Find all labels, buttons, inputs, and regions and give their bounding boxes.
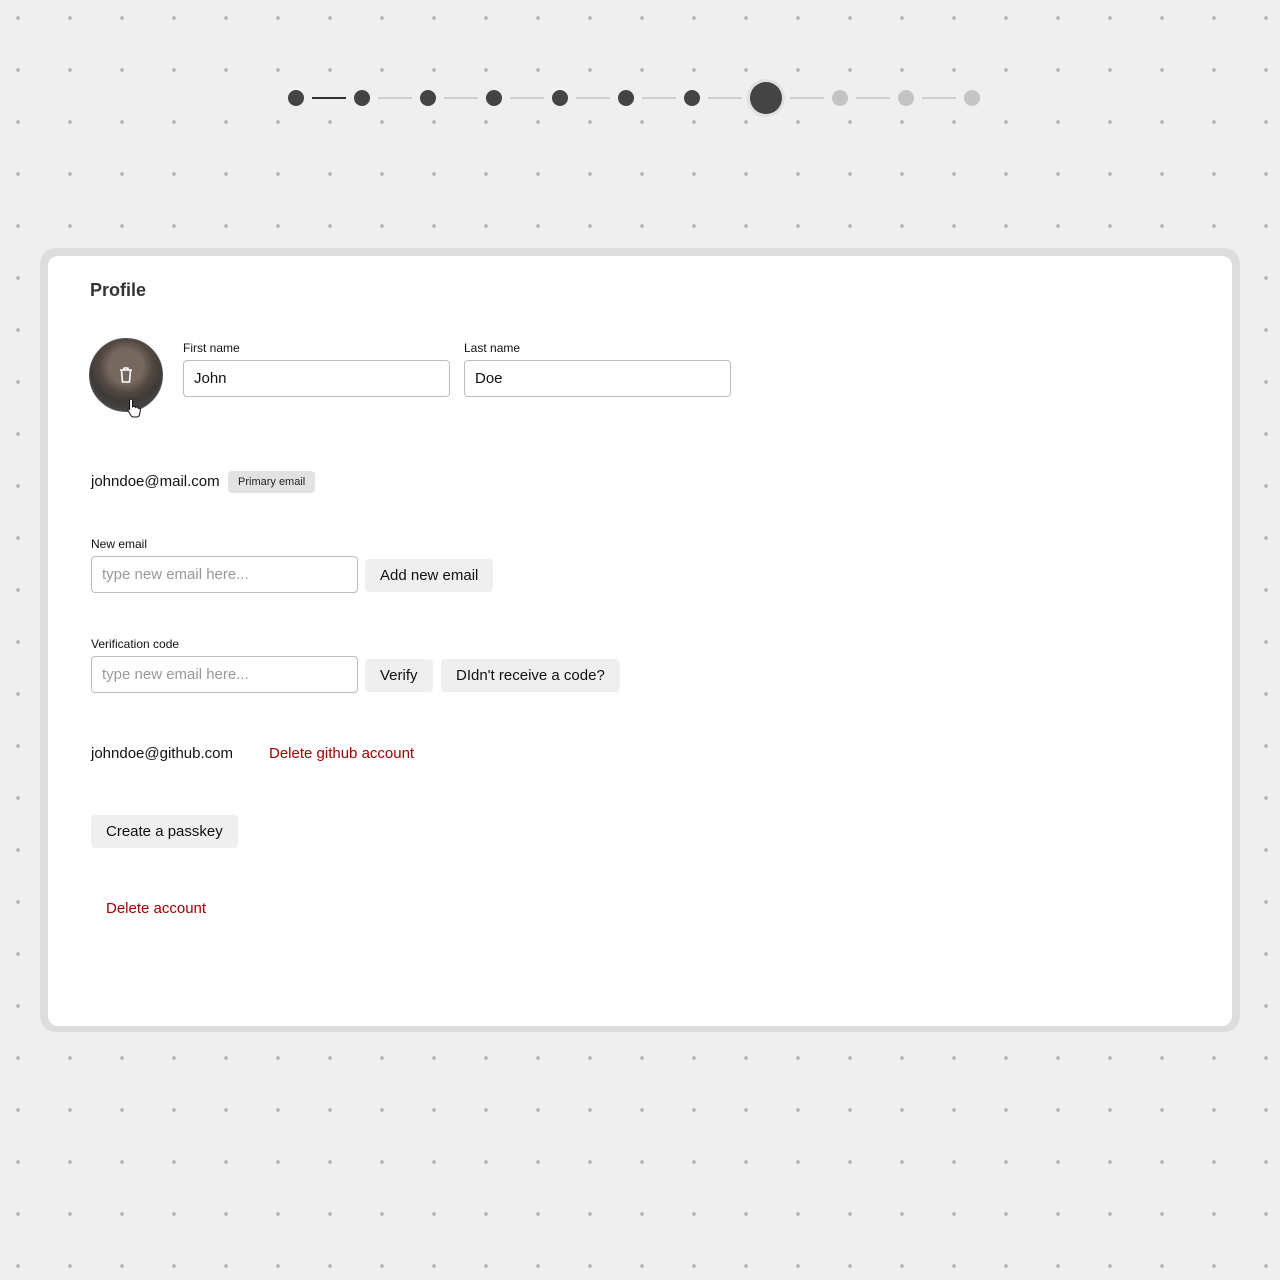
first-name-field[interactable]: [183, 360, 450, 397]
github-email-text: johndoe@github.com: [91, 745, 233, 762]
primary-email-text: johndoe@mail.com: [91, 473, 220, 490]
step-dot[interactable]: [898, 90, 914, 106]
hand-cursor-icon: [127, 398, 141, 418]
profile-card: Profile First name Last name johndoe@mai…: [48, 256, 1232, 1026]
step-dot[interactable]: [684, 90, 700, 106]
verification-code-input[interactable]: [91, 656, 358, 693]
verify-button[interactable]: Verify: [365, 659, 433, 692]
new-email-label: New email: [91, 537, 148, 551]
new-email-input[interactable]: [91, 556, 358, 593]
step-dot[interactable]: [552, 90, 568, 106]
step-dot-current[interactable]: [750, 82, 782, 114]
stepper-graphic: [288, 79, 980, 117]
step-dot[interactable]: [618, 90, 634, 106]
delete-account-link[interactable]: Delete account: [106, 900, 206, 917]
step-dot[interactable]: [964, 90, 980, 106]
add-new-email-button[interactable]: Add new email: [365, 559, 494, 592]
resend-code-button[interactable]: DIdn't receive a code?: [441, 659, 620, 692]
step-dot[interactable]: [420, 90, 436, 106]
page-title: Profile: [90, 280, 147, 300]
primary-email-badge: Primary email: [228, 471, 316, 493]
last-name-label: Last name: [464, 341, 521, 355]
step-dot[interactable]: [354, 90, 370, 106]
step-dot[interactable]: [288, 90, 304, 106]
create-passkey-button[interactable]: Create a passkey: [91, 815, 238, 848]
step-dot[interactable]: [486, 90, 502, 106]
verification-code-label: Verification code: [91, 637, 180, 651]
delete-github-account-link[interactable]: Delete github account: [269, 745, 414, 762]
first-name-label: First name: [183, 341, 240, 355]
last-name-field[interactable]: [464, 360, 731, 397]
progress-stepper: [0, 0, 1280, 200]
step-dot[interactable]: [832, 90, 848, 106]
trash-icon[interactable]: [116, 365, 136, 385]
